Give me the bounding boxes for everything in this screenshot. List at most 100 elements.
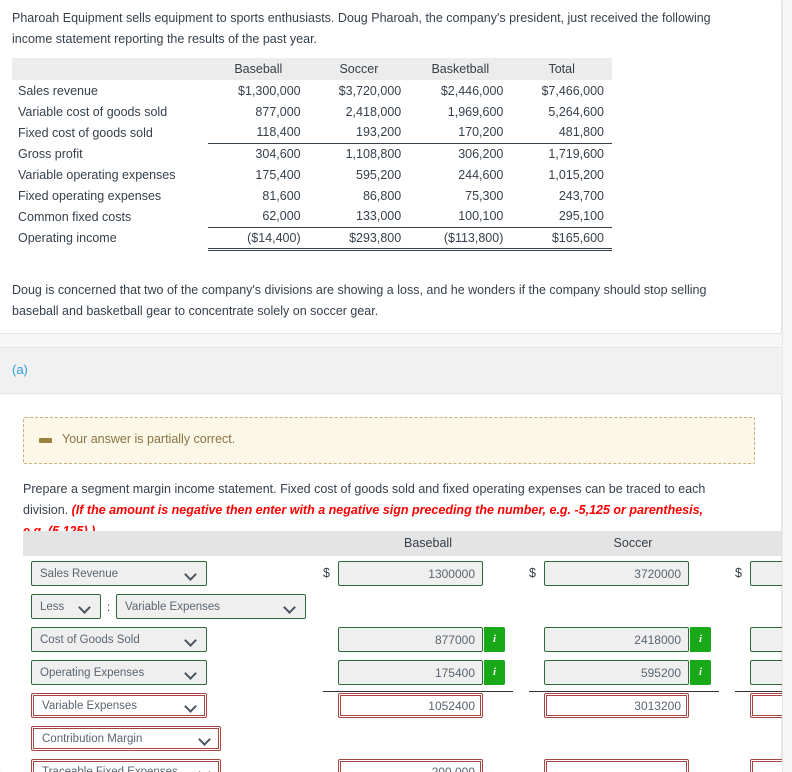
input-r1-basketball[interactable] bbox=[750, 561, 782, 586]
row-label: Variable operating expenses bbox=[18, 167, 176, 182]
table-row: Operating income ($14,400) $293,800 ($11… bbox=[12, 226, 612, 251]
subtotal-rule-soccer bbox=[529, 691, 719, 692]
input-wrap-r4-basketball: i bbox=[750, 660, 782, 685]
select-wrap-cogs: Cost of Goods Sold bbox=[31, 627, 207, 652]
input-r3-soccer[interactable] bbox=[544, 627, 689, 652]
table-row: Fixed operating expenses 81,600 86,800 7… bbox=[12, 185, 612, 206]
input-wrap-r4-baseball: i bbox=[338, 660, 505, 685]
input-r4-baseball[interactable] bbox=[338, 660, 483, 685]
row-value-total: $165,600 bbox=[511, 226, 612, 251]
input-wrap-r5-basketball bbox=[750, 693, 782, 718]
row-value-total: 1,015,200 bbox=[548, 167, 604, 182]
subtotal-rule-basketball bbox=[735, 691, 782, 692]
row-value-baseball: 81,600 bbox=[262, 188, 301, 203]
status-message: Your answer is partially correct. bbox=[62, 432, 236, 446]
answer-row-sales-revenue: Sales Revenue $ $ $ bbox=[23, 561, 782, 594]
grid-col-header-soccer: Soccer bbox=[613, 536, 653, 550]
col-header-blank bbox=[12, 58, 208, 80]
row-value-baseball: 877,000 bbox=[255, 104, 301, 119]
currency-symbol-baseball: $ bbox=[323, 566, 330, 580]
select-row-1-account[interactable]: Sales Revenue bbox=[31, 561, 207, 586]
info-icon-r3-soccer[interactable]: i bbox=[690, 627, 711, 652]
select-wrap-contribution-margin: Contribution Margin bbox=[31, 726, 221, 751]
page-right-gutter bbox=[782, 0, 792, 772]
select-wrap-sales-revenue: Sales Revenue bbox=[31, 561, 207, 586]
row-label: Sales revenue bbox=[18, 83, 98, 98]
input-wrap-r7-basketball bbox=[750, 759, 782, 772]
problem-concern-text: Doug is concerned that two of the compan… bbox=[12, 283, 707, 318]
row-label: Fixed cost of goods sold bbox=[18, 125, 153, 140]
input-wrap-r5-baseball bbox=[338, 693, 483, 718]
minus-icon bbox=[39, 438, 52, 443]
answer-row-traceable-fixed-expenses: Traceable Fixed Expenses bbox=[23, 759, 782, 772]
row-value-basketball: $2,446,000 bbox=[440, 83, 504, 98]
input-wrap-r1-soccer bbox=[544, 561, 689, 586]
table-row: Sales revenue $1,300,000 $3,720,000 $2,4… bbox=[12, 80, 612, 101]
select-row-6-account[interactable]: Contribution Margin bbox=[31, 726, 221, 751]
row-value-baseball: 175,400 bbox=[255, 167, 301, 182]
input-wrap-r3-baseball: i bbox=[338, 627, 505, 652]
table-row: Variable cost of goods sold 877,000 2,41… bbox=[12, 101, 612, 122]
grid-col-header-baseball: Baseball bbox=[404, 536, 452, 550]
row-value-basketball: ($113,800) bbox=[409, 226, 512, 251]
currency-symbol-soccer: $ bbox=[529, 566, 536, 580]
input-r1-soccer[interactable] bbox=[544, 561, 689, 586]
input-r5-soccer[interactable] bbox=[544, 693, 689, 718]
answer-row-contribution-margin: Contribution Margin bbox=[23, 726, 782, 759]
row-value-total: 243,700 bbox=[558, 188, 604, 203]
row-value-total: $7,466,000 bbox=[541, 83, 604, 98]
select-wrap-variable-expenses: Variable Expenses bbox=[116, 594, 306, 619]
row-value-baseball: 304,600 bbox=[208, 142, 309, 164]
input-r7-basketball[interactable] bbox=[750, 759, 782, 772]
row-value-soccer: 2,418,000 bbox=[345, 104, 402, 119]
input-r7-baseball[interactable] bbox=[338, 759, 483, 772]
input-r4-basketball[interactable] bbox=[750, 660, 782, 685]
row-value-total: 481,800 bbox=[558, 125, 604, 140]
answer-row-cost-of-goods-sold: Cost of Goods Sold i i i bbox=[23, 627, 782, 660]
row-value-baseball: 62,000 bbox=[262, 209, 301, 224]
part-a-band: (a) bbox=[0, 347, 782, 394]
select-row-2-prefix[interactable]: Less bbox=[31, 594, 101, 619]
row-value-basketball: 75,300 bbox=[465, 188, 504, 203]
row-2-separator: : bbox=[107, 600, 111, 614]
row-value-total: 295,100 bbox=[558, 209, 604, 224]
subtotal-rule-baseball bbox=[323, 691, 513, 692]
row-value-baseball: 118,400 bbox=[256, 125, 301, 140]
quiz-page: Pharoah Equipment sells equipment to spo… bbox=[0, 0, 792, 772]
row-label: Operating income bbox=[18, 231, 117, 245]
select-row-4-account[interactable]: Operating Expenses bbox=[31, 660, 207, 685]
select-wrap-less: Less bbox=[31, 594, 101, 619]
row-value-baseball: $1,300,000 bbox=[238, 83, 301, 98]
input-r3-baseball[interactable] bbox=[338, 627, 483, 652]
info-icon-r4-soccer[interactable]: i bbox=[690, 660, 711, 685]
problem-card: Pharoah Equipment sells equipment to spo… bbox=[0, 0, 782, 334]
row-value-basketball: 170,200 bbox=[458, 125, 504, 140]
input-r4-soccer[interactable] bbox=[544, 660, 689, 685]
select-row-2-account[interactable]: Variable Expenses bbox=[116, 594, 306, 619]
info-icon-r4-baseball[interactable]: i bbox=[484, 660, 505, 685]
answer-card: Your answer is partially correct. Prepar… bbox=[0, 395, 782, 772]
row-label: Common fixed costs bbox=[18, 209, 132, 224]
input-wrap-r1-basketball bbox=[750, 561, 782, 586]
row-value-basketball: 306,200 bbox=[409, 142, 512, 164]
input-r5-baseball[interactable] bbox=[338, 693, 483, 718]
row-value-soccer: 595,200 bbox=[356, 167, 402, 182]
row-value-basketball: 1,969,600 bbox=[447, 104, 504, 119]
input-r5-basketball[interactable] bbox=[750, 693, 782, 718]
info-icon-r3-baseball[interactable]: i bbox=[484, 627, 505, 652]
select-wrap-operating-expenses: Operating Expenses bbox=[31, 660, 207, 685]
input-r7-soccer[interactable] bbox=[544, 759, 689, 772]
input-r3-basketball[interactable] bbox=[750, 627, 782, 652]
input-r1-baseball[interactable] bbox=[338, 561, 483, 586]
grid-col-header-basketball: Basketball bbox=[753, 536, 782, 550]
col-header-total: Total bbox=[511, 58, 612, 80]
table-row: Variable operating expenses 175,400 595,… bbox=[12, 164, 612, 185]
row-label: Fixed operating expenses bbox=[18, 188, 162, 203]
input-wrap-r4-soccer: i bbox=[544, 660, 711, 685]
input-wrap-r7-baseball bbox=[338, 759, 483, 772]
select-row-7-account[interactable]: Traceable Fixed Expenses bbox=[31, 759, 221, 772]
income-statement-body: Sales revenue $1,300,000 $3,720,000 $2,4… bbox=[12, 80, 612, 251]
row-value-soccer: 86,800 bbox=[362, 188, 402, 203]
select-row-3-account[interactable]: Cost of Goods Sold bbox=[31, 627, 207, 652]
select-row-5-account[interactable]: Variable Expenses bbox=[31, 693, 207, 718]
